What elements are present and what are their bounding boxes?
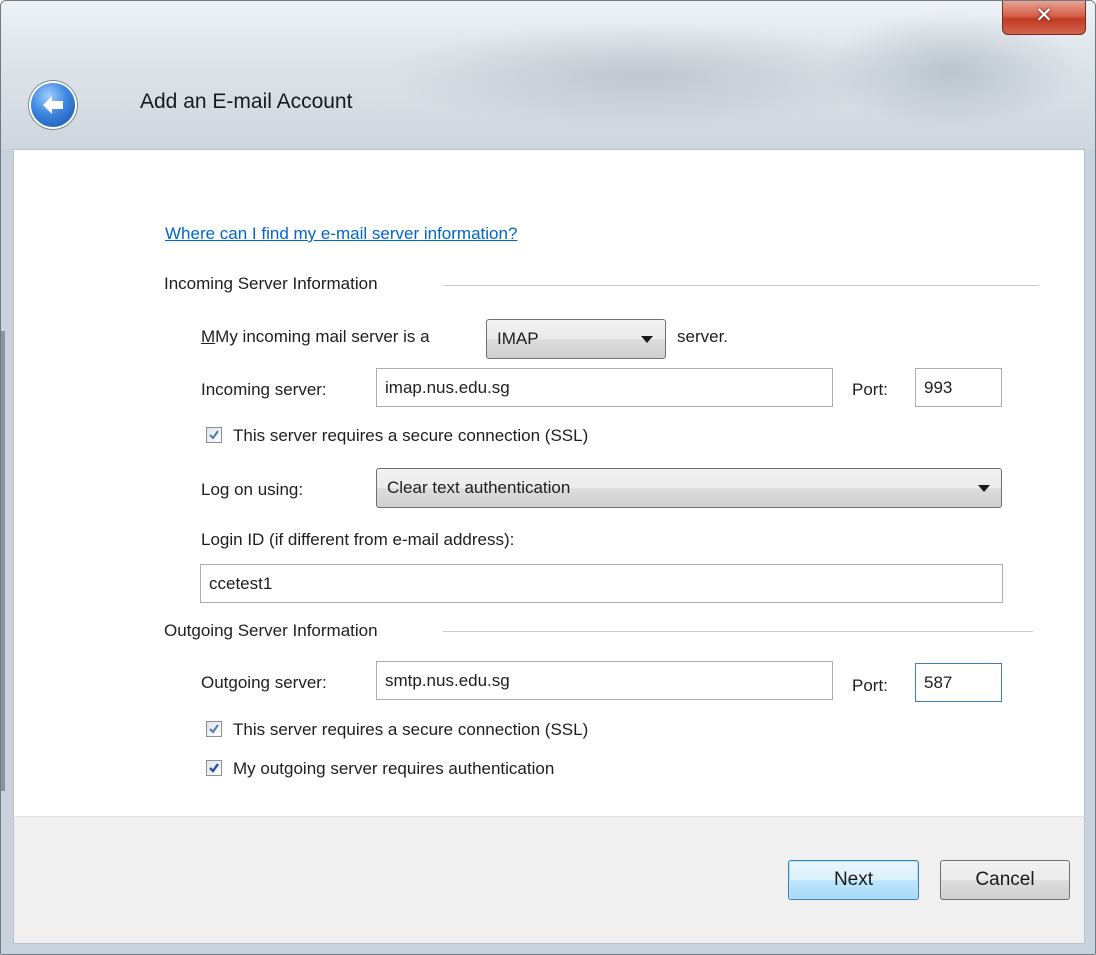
chevron-down-icon bbox=[978, 485, 990, 492]
close-icon: ✕ bbox=[1035, 3, 1053, 27]
outgoing-server-value: smtp.nus.edu.sg bbox=[385, 671, 510, 690]
outgoing-server-label: Outgoing server: bbox=[201, 673, 327, 692]
incoming-port-label: Port: bbox=[852, 380, 888, 399]
outgoing-port-label: Port: bbox=[852, 676, 888, 695]
server-type-label: MMy incoming mail server is a bbox=[201, 327, 430, 346]
incoming-group-divider bbox=[443, 285, 1039, 286]
server-type-suffix: server. bbox=[677, 327, 729, 346]
outgoing-group-label: Outgoing Server Information bbox=[164, 621, 378, 640]
next-button[interactable]: Next bbox=[788, 860, 919, 900]
logon-method-value: Clear text authentication bbox=[387, 478, 571, 497]
server-type-label-text: My incoming mail server is a bbox=[215, 327, 430, 346]
login-id-label: Login ID (if different from e-mail addre… bbox=[201, 530, 515, 549]
outgoing-auth-label[interactable]: My outgoing server requires authenticati… bbox=[233, 759, 554, 779]
server-type-value: IMAP bbox=[497, 329, 539, 348]
incoming-server-value: imap.nus.edu.sg bbox=[385, 378, 510, 397]
outgoing-auth-checkbox[interactable] bbox=[206, 760, 222, 776]
window-edge bbox=[1, 331, 5, 791]
login-id-value: ccetest1 bbox=[209, 574, 273, 593]
outgoing-group-divider bbox=[443, 631, 1033, 632]
login-id-input[interactable]: ccetest1 bbox=[200, 564, 1003, 603]
checkmark-icon bbox=[209, 724, 219, 734]
outgoing-ssl-label[interactable]: This server requires a secure connection… bbox=[233, 720, 588, 740]
outgoing-port-value: 587 bbox=[924, 673, 953, 692]
incoming-port-value: 993 bbox=[924, 378, 953, 397]
incoming-ssl-checkbox[interactable] bbox=[206, 427, 222, 443]
back-arrow-icon bbox=[43, 96, 63, 114]
server-type-select[interactable]: IMAP bbox=[486, 319, 666, 359]
logon-method-select[interactable]: Clear text authentication bbox=[376, 468, 1002, 508]
close-button[interactable]: ✕ bbox=[1002, 1, 1086, 35]
checkmark-icon bbox=[209, 763, 219, 773]
incoming-server-label: Incoming server: bbox=[201, 380, 327, 399]
incoming-ssl-label[interactable]: This server requires a secure connection… bbox=[233, 426, 588, 446]
outgoing-server-input[interactable]: smtp.nus.edu.sg bbox=[376, 661, 833, 700]
incoming-server-input[interactable]: imap.nus.edu.sg bbox=[376, 368, 833, 407]
back-button[interactable] bbox=[31, 83, 75, 127]
incoming-port-input[interactable]: 993 bbox=[915, 368, 1002, 407]
server-info-help-link[interactable]: Where can I find my e-mail server inform… bbox=[165, 224, 517, 244]
cancel-button[interactable]: Cancel bbox=[940, 860, 1070, 900]
incoming-group-label: Incoming Server Information bbox=[164, 274, 378, 293]
outgoing-port-input[interactable]: 587 bbox=[915, 663, 1002, 702]
title-bar bbox=[1, 1, 1095, 149]
window-title: Add an E-mail Account bbox=[140, 90, 353, 113]
outgoing-ssl-checkbox[interactable] bbox=[206, 721, 222, 737]
chevron-down-icon bbox=[641, 336, 653, 343]
logon-using-label: Log on using: bbox=[201, 480, 304, 499]
footer-panel bbox=[13, 816, 1085, 944]
checkmark-icon bbox=[209, 430, 219, 440]
